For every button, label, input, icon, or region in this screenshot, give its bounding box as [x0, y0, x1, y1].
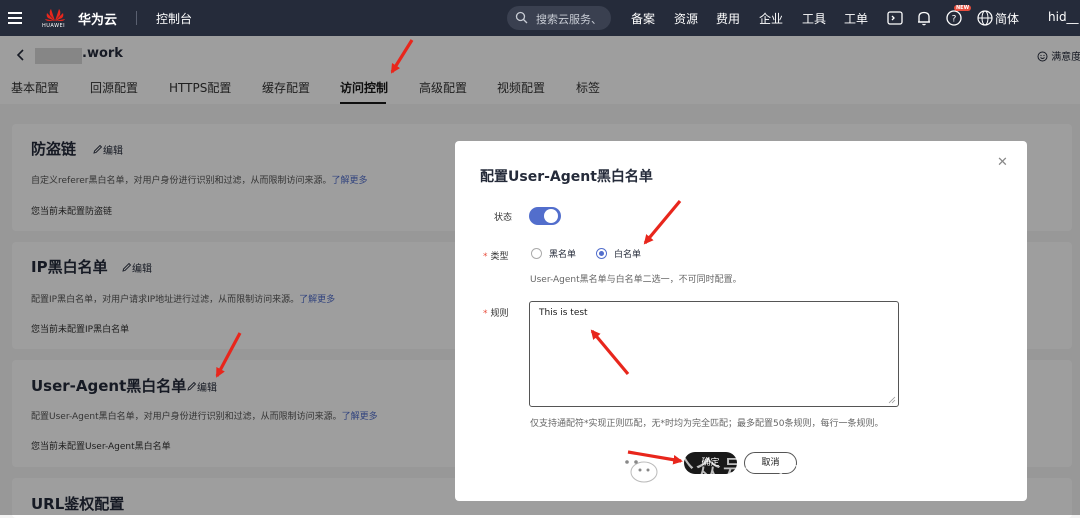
annotation-arrow: [627, 450, 683, 465]
annotation-arrow: [215, 332, 242, 378]
annotation-arrow: [590, 329, 630, 376]
annotation-arrows: [215, 39, 683, 465]
annotation-arrow: [643, 199, 682, 245]
annotation-arrow: [390, 39, 414, 74]
